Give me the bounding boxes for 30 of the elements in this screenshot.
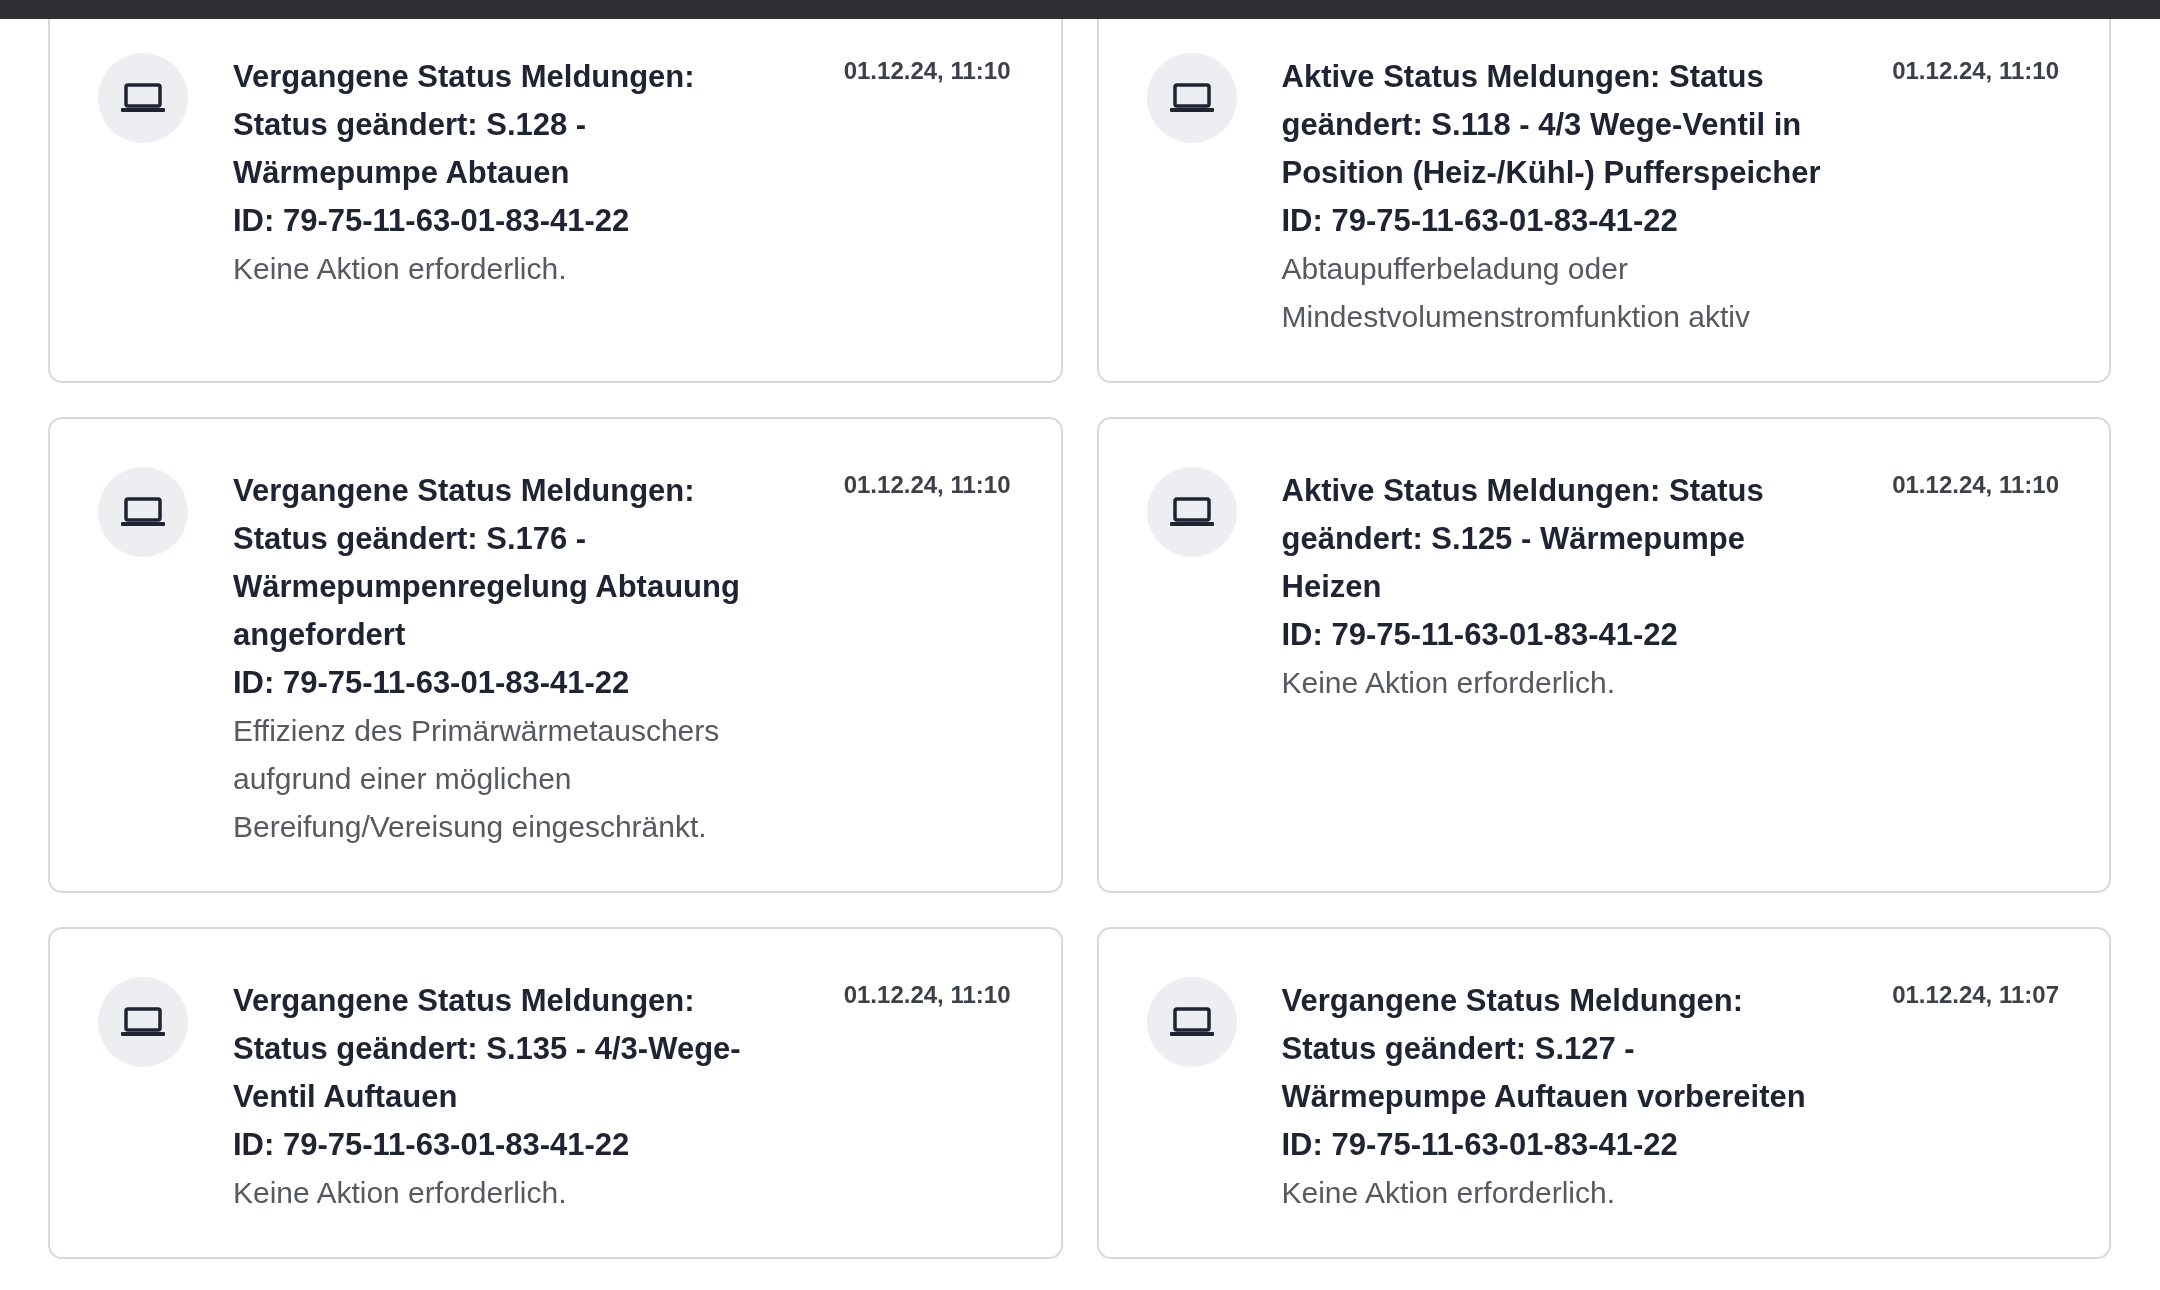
- message-date: 01.12.24, 11:07: [1892, 981, 2059, 1009]
- message-title: Vergangene Status Meldungen: Status geändert: S.135 - 4/3-Wege-Ventil Auftauen: [233, 982, 742, 1116]
- message-title: Aktive Status Meldungen: Status geändert: S.118 - 4/3 Wege-Ventil in Position (Heiz-/Kühl-) Pufferspeicher: [1281, 58, 1822, 192]
- message-date: 01.12.24, 11:10: [843, 471, 1011, 499]
- message-description: Keine Aktion erforderlich.: [233, 1175, 568, 1211]
- status-message-card[interactable]: Vergangene Status Meldungen: Status geändert: S.127 - Wärmepumpe Auftauen vorbereiten ID: 79-75-11-63-01-83-41-22 Keine Aktion erforderlich. 01.12.24, 11:07: [1096, 927, 2111, 1259]
- message-id: ID: 79-75-11-63-01-83-41-22: [1281, 202, 1679, 240]
- message-id: ID: 79-75-11-63-01-83-41-22: [1281, 616, 1679, 654]
- message-description: Abtaupufferbeladung oder Mindestvolumenstromfunktion aktiv: [1281, 251, 1752, 335]
- message-description: Keine Aktion erforderlich.: [1281, 665, 1616, 701]
- status-message-card[interactable]: Aktive Status Meldungen: Status geändert: S.125 - Wärmepumpe Heizen ID: 79-75-11-63-01-83-41-22 Keine Aktion erforderlich. 01.12.24, 11:10: [1096, 417, 2111, 893]
- message-id: ID: 79-75-11-63-01-83-41-22: [1281, 1126, 1679, 1164]
- message-date: 01.12.24, 11:10: [1892, 471, 2059, 499]
- message-id: ID: 79-75-11-63-01-83-41-22: [233, 202, 631, 240]
- message-title: Vergangene Status Meldungen: Status geändert: S.128 - Wärmepumpe Abtauen: [233, 58, 696, 192]
- message-date: 01.12.24, 11:10: [843, 57, 1011, 85]
- message-title: Vergangene Status Meldungen: Status geändert: S.176 - Wärmepumpenregelung Abtauung angefordert: [233, 472, 741, 654]
- status-message-card[interactable]: [48, 417, 1063, 893]
- message-title: Aktive Status Meldungen: Status geändert: S.125 - Wärmepumpe Heizen: [1281, 472, 1765, 606]
- message-description: Keine Aktion erforderlich.: [233, 251, 568, 287]
- message-title: Vergangene Status Meldungen: Status geändert: S.127 - Wärmepumpe Auftauen vorbereiten: [1281, 982, 1807, 1116]
- message-description: Keine Aktion erforderlich.: [1281, 1175, 1616, 1211]
- message-date: 01.12.24, 11:10: [843, 981, 1011, 1009]
- status-message-card[interactable]: Vergangene Status Meldungen: Status geändert: S.135 - 4/3-Wege-Ventil Auftauen ID: 79-75-11-63-01-83-41-22 Keine Aktion erforderlich. 01.12.24, 11:10: [48, 927, 1063, 1259]
- message-date: 01.12.24, 11:10: [1892, 57, 2059, 85]
- status-message-card[interactable]: Vergangene Status Meldungen: Status geändert: S.128 - Wärmepumpe Abtauen ID: 79-75-11-63-01-83-41-22 Keine Aktion erforderlich. 01.12.24, 11:10: [48, 19, 1063, 383]
- message-id: ID: 79-75-11-63-01-83-41-22: [233, 1126, 631, 1164]
- message-id: ID: 79-75-11-63-01-83-41-22: [233, 664, 631, 702]
- message-description: Effizienz des Primärwärmetauschers aufgrund einer möglichen Bereifung/Vereisung eingeschränkt.: [233, 713, 721, 845]
- status-message-card[interactable]: [1096, 19, 2111, 383]
